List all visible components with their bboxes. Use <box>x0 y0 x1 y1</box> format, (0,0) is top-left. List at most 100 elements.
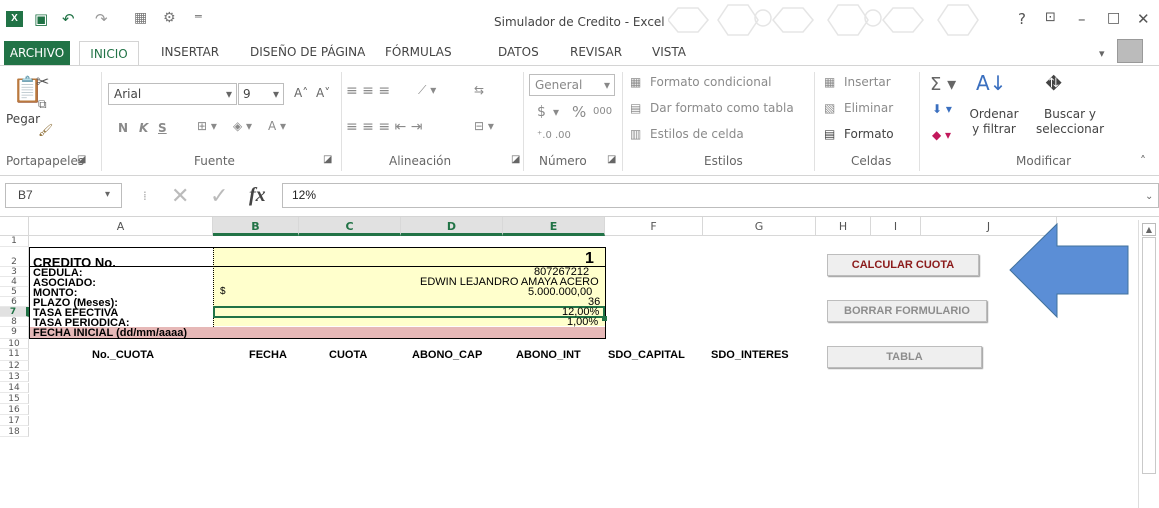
vertical-scrollbar[interactable]: ▲ <box>1138 220 1159 508</box>
fill-icon[interactable]: ⬇ ▾ <box>932 102 952 116</box>
copy-icon[interactable]: ⧉ <box>38 97 47 112</box>
select-all[interactable] <box>0 217 29 236</box>
formula-input[interactable]: 12% <box>282 183 1159 208</box>
row-header[interactable]: 4 <box>0 277 29 287</box>
ribbon-display-icon[interactable]: ⊡ <box>1045 10 1056 25</box>
expand-formula-icon[interactable]: ⌄ <box>1145 191 1153 202</box>
borders-icon[interactable]: ⊞ ▾ <box>197 119 217 133</box>
autosum-icon[interactable]: Σ ▾ <box>930 74 956 95</box>
save-icon[interactable]: ▣ <box>34 10 48 28</box>
row-header[interactable]: 9 <box>0 327 29 339</box>
thousands-button[interactable]: 000 <box>593 106 612 117</box>
paste-button[interactable]: Pegar <box>6 112 40 126</box>
column-header-f[interactable]: F <box>605 217 703 236</box>
tab-insertar[interactable]: INSERTAR <box>161 45 219 59</box>
tab-revisar[interactable]: REVISAR <box>570 45 622 59</box>
sort-filter-button[interactable]: Ordenar y filtrar <box>966 107 1022 137</box>
currency-chevron-down-icon[interactable]: ▾ <box>553 105 559 119</box>
tab-datos[interactable]: DATOS <box>498 45 539 59</box>
tab-diseno-pagina[interactable]: DISEÑO DE PÁGINA <box>250 45 365 59</box>
quick-access-icon[interactable]: ▦ <box>134 10 147 26</box>
row-header[interactable]: 2 <box>0 247 29 267</box>
column-header-b[interactable]: B <box>213 217 299 236</box>
cut-icon[interactable]: ✂ <box>36 72 49 91</box>
align-top-icon[interactable]: ≡ ≡ ≡ <box>346 83 390 99</box>
spreadsheet-grid[interactable]: A B C D E F G H I J 1 2 3 4 5 6 7 8 9 10… <box>0 217 1159 508</box>
number-format-select[interactable]: General ▾ <box>529 74 615 96</box>
redo-icon[interactable]: ↷ <box>95 10 108 28</box>
help-icon[interactable]: ? <box>1018 10 1026 28</box>
minimize-button[interactable]: – <box>1078 10 1086 28</box>
column-header-c[interactable]: C <box>299 217 401 236</box>
enter-icon[interactable]: ✓ <box>210 184 228 209</box>
orientation-icon[interactable]: ⟋ ▾ <box>418 83 436 98</box>
undo-icon[interactable]: ↶ <box>62 10 75 28</box>
conditional-format-button[interactable]: Formato condicional <box>650 75 772 89</box>
wrap-text-icon[interactable]: ⇆ <box>474 83 484 97</box>
selected-cell-b7[interactable] <box>213 306 605 318</box>
row-header[interactable]: 15 <box>0 394 29 404</box>
fill-handle[interactable] <box>602 316 607 321</box>
row-header[interactable]: 18 <box>0 427 29 437</box>
increase-decimal-icon[interactable]: ⁺.0 .00 <box>537 130 571 141</box>
row-header[interactable]: 3 <box>0 267 29 277</box>
format-painter-icon[interactable]: 🖌 <box>38 123 53 137</box>
cell-styles-button[interactable]: Estilos de celda <box>650 127 744 141</box>
format-button[interactable]: Formato <box>844 127 894 141</box>
bold-button[interactable]: N <box>118 121 128 135</box>
row-header[interactable]: 13 <box>0 372 29 382</box>
calculate-payment-button[interactable]: CALCULAR CUOTA <box>827 254 979 276</box>
quick-access-icon-2[interactable]: ⚙ <box>163 10 176 26</box>
table-button[interactable]: TABLA <box>827 346 982 368</box>
row-header[interactable]: 17 <box>0 416 29 426</box>
font-launcher-icon[interactable]: ◪ <box>323 154 332 165</box>
maximize-button[interactable]: □ <box>1107 10 1120 26</box>
number-launcher-icon[interactable]: ◪ <box>607 154 616 165</box>
scroll-up-button[interactable]: ▲ <box>1142 223 1156 236</box>
tab-vista[interactable]: VISTA <box>652 45 686 59</box>
clear-form-button[interactable]: BORRAR FORMULARIO <box>827 300 987 322</box>
close-button[interactable]: ✕ <box>1137 10 1150 28</box>
scroll-thumb[interactable] <box>1142 237 1156 474</box>
row-header[interactable]: 7 <box>0 307 29 317</box>
delete-button[interactable]: Eliminar <box>844 101 893 115</box>
font-size-select[interactable]: 9 ▾ <box>238 83 284 105</box>
italic-button[interactable]: K <box>139 121 148 135</box>
column-header-d[interactable]: D <box>401 217 503 236</box>
fx-icon[interactable]: fx <box>249 184 266 207</box>
increase-font-icon[interactable]: A˄ <box>294 86 308 100</box>
row-header[interactable]: 6 <box>0 297 29 307</box>
decrease-font-icon[interactable]: A˅ <box>316 86 330 100</box>
avatar[interactable] <box>1117 39 1143 63</box>
cancel-icon[interactable]: ✕ <box>171 184 189 209</box>
tab-archivo[interactable]: ARCHIVO <box>4 41 70 67</box>
tab-formulas[interactable]: FÓRMULAS <box>385 45 452 59</box>
column-header-g[interactable]: G <box>703 217 816 236</box>
row-header[interactable]: 11 <box>0 349 29 361</box>
namebox-chevron-down-icon[interactable]: ▾ <box>105 189 110 200</box>
currency-button[interactable]: $ <box>537 104 546 120</box>
column-header-e[interactable]: E <box>503 217 605 236</box>
fill-color-icon[interactable]: ◈ ▾ <box>233 119 252 133</box>
find-select-button[interactable]: Buscar y seleccionar <box>1030 107 1110 137</box>
row-header[interactable]: 5 <box>0 287 29 297</box>
column-header-h[interactable]: H <box>816 217 871 236</box>
clipboard-launcher-icon[interactable]: ◪ <box>77 154 86 165</box>
qat-customize-icon[interactable]: ═ <box>195 10 202 23</box>
font-color-icon[interactable]: A ▾ <box>268 119 286 133</box>
row-header[interactable]: 8 <box>0 317 29 327</box>
percent-button[interactable]: % <box>572 103 586 121</box>
column-header-a[interactable]: A <box>29 217 213 236</box>
row-header[interactable]: 16 <box>0 405 29 415</box>
clear-icon[interactable]: ◆ ▾ <box>932 128 951 142</box>
row-header[interactable]: 10 <box>0 339 29 349</box>
font-name-select[interactable]: Arial ▾ <box>108 83 237 105</box>
alignment-launcher-icon[interactable]: ◪ <box>511 154 520 165</box>
underline-button[interactable]: S <box>158 121 167 135</box>
row-header[interactable]: 14 <box>0 383 29 393</box>
account-dropdown-icon[interactable]: ▾ <box>1099 47 1105 60</box>
column-header-i[interactable]: I <box>871 217 921 236</box>
merge-icon[interactable]: ⊟ ▾ <box>474 119 494 133</box>
collapse-ribbon-icon[interactable]: ˄ <box>1140 154 1146 168</box>
format-table-button[interactable]: Dar formato como tabla <box>650 101 794 115</box>
